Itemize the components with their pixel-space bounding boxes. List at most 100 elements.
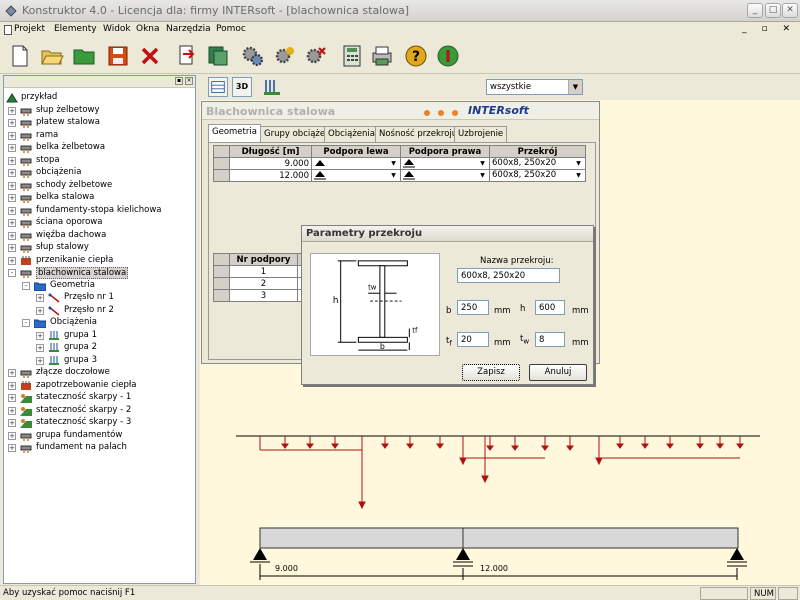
chevron-down-icon[interactable]: ▼ xyxy=(389,170,398,181)
expand-icon[interactable]: + xyxy=(8,194,16,202)
mdi-controls[interactable]: _ ▫ ✕ xyxy=(742,24,796,34)
close-button[interactable]: ✕ xyxy=(782,3,798,18)
section-cell[interactable]: 600x8, 250x20 ▼ xyxy=(489,157,586,170)
left-support-cell[interactable]: ▼ xyxy=(311,169,401,182)
expand-icon[interactable]: + xyxy=(36,356,44,365)
table-view-icon[interactable] xyxy=(208,77,228,97)
project-icon xyxy=(6,93,18,103)
minimize-button[interactable]: _ xyxy=(747,3,763,18)
table-row[interactable]: 2 xyxy=(213,277,308,290)
menu-narzedzia[interactable]: Narzędzia xyxy=(166,24,211,34)
expand-icon[interactable]: + xyxy=(8,131,16,140)
collapse-icon[interactable]: - xyxy=(22,319,30,327)
expand-icon[interactable]: + xyxy=(8,444,16,452)
delete-icon[interactable] xyxy=(138,44,162,68)
tw-input[interactable]: 8 xyxy=(535,332,565,347)
load-filter-select[interactable]: wszystkie ▼ xyxy=(486,79,583,95)
expand-icon[interactable]: + xyxy=(8,169,16,177)
section-name-label: Nazwa przekroju: xyxy=(480,256,554,266)
info-icon[interactable] xyxy=(436,44,460,68)
expand-icon[interactable]: + xyxy=(8,181,16,190)
module-icon[interactable] xyxy=(206,44,230,68)
expand-icon[interactable]: + xyxy=(8,244,16,252)
collapse-icon[interactable]: - xyxy=(22,281,30,290)
tf-input[interactable]: 20 xyxy=(457,332,489,347)
export-icon[interactable] xyxy=(174,44,198,68)
load-filter-value: wszystkie xyxy=(490,82,532,92)
folder-icon[interactable] xyxy=(72,44,96,68)
b-input[interactable]: 250 xyxy=(457,300,489,315)
menu-widok[interactable]: Widok xyxy=(103,24,131,34)
chevron-down-icon[interactable]: ▼ xyxy=(574,170,583,181)
table-row[interactable]: 3 xyxy=(213,289,308,302)
settings-gear-icon[interactable] xyxy=(240,44,264,68)
pile-foundation-icon xyxy=(20,445,32,453)
collapse-icon[interactable]: - xyxy=(8,269,16,277)
tab-obciazenia[interactable]: Obciążenia xyxy=(324,126,379,142)
document-menu-icon[interactable] xyxy=(4,25,12,35)
help-icon[interactable]: ? xyxy=(404,44,428,68)
expand-icon[interactable]: + xyxy=(8,156,16,165)
panel-pin-button[interactable]: ▪ xyxy=(175,77,183,85)
column-icon xyxy=(20,108,32,116)
tab-uzbrojenie[interactable]: Uzbrojenie xyxy=(454,126,508,142)
gear-remove-icon[interactable] xyxy=(304,44,328,68)
chevron-down-icon[interactable]: ▼ xyxy=(478,170,487,181)
expand-icon[interactable]: + xyxy=(36,331,44,340)
left-support-cell[interactable]: ▼ xyxy=(311,157,401,170)
view-3d-button[interactable]: 3D xyxy=(232,77,252,97)
load-group-icon xyxy=(49,330,59,340)
gear-add-icon[interactable] xyxy=(272,44,296,68)
roof-truss-icon xyxy=(20,233,32,241)
expand-icon[interactable]: + xyxy=(8,256,16,265)
expand-icon[interactable]: + xyxy=(8,106,16,115)
save-button[interactable]: Zapisz xyxy=(462,364,520,381)
expand-icon[interactable]: + xyxy=(8,119,16,127)
expand-icon[interactable]: + xyxy=(8,219,16,227)
chevron-down-icon[interactable]: ▼ xyxy=(568,80,582,94)
expand-icon[interactable]: + xyxy=(36,306,44,315)
right-support-cell[interactable]: ▼ xyxy=(400,169,490,182)
table-row[interactable]: 1 xyxy=(213,265,308,278)
table-row[interactable]: 9.000 ▼ ▼ 600x8, 250x20 ▼ xyxy=(213,157,586,170)
expand-icon[interactable]: + xyxy=(8,144,16,152)
expand-icon[interactable]: + xyxy=(36,294,44,302)
tab-geometria[interactable]: Geometria xyxy=(208,124,261,142)
save-icon[interactable] xyxy=(106,44,130,68)
expand-icon[interactable]: + xyxy=(8,431,16,440)
calculator-icon[interactable] xyxy=(340,44,364,68)
print-icon[interactable] xyxy=(370,44,394,68)
panel-close-button[interactable]: × xyxy=(185,77,193,85)
chevron-down-icon[interactable]: ▼ xyxy=(574,158,583,169)
expand-icon[interactable]: + xyxy=(8,419,16,427)
menu-okna[interactable]: Okna xyxy=(136,24,160,34)
section-cell[interactable]: 600x8, 250x20 ▼ xyxy=(489,169,586,182)
expand-icon[interactable]: + xyxy=(8,206,16,215)
menu-projekt[interactable]: Projekt xyxy=(14,24,45,34)
expand-icon[interactable]: + xyxy=(8,406,16,415)
support-no-cell: 1 xyxy=(229,265,298,278)
chevron-down-icon[interactable]: ▼ xyxy=(478,158,487,169)
tab-nosnosc-przekroju[interactable]: Nośność przekroju xyxy=(375,126,462,142)
h-input[interactable]: 600 xyxy=(535,300,565,315)
section-name-input[interactable]: 600x8, 250x20 xyxy=(457,268,560,283)
loads-view-icon[interactable] xyxy=(262,77,282,97)
new-icon[interactable] xyxy=(8,44,32,68)
menu-pomoc[interactable]: Pomoc xyxy=(216,24,246,34)
open-icon[interactable] xyxy=(40,44,64,68)
expand-icon[interactable]: + xyxy=(8,394,16,402)
expand-icon[interactable]: + xyxy=(8,231,16,240)
expand-icon[interactable]: + xyxy=(36,344,44,352)
chevron-down-icon[interactable]: ▼ xyxy=(389,158,398,169)
length-cell[interactable]: 9.000 xyxy=(229,157,312,170)
roller-support-icon xyxy=(403,159,415,168)
cancel-button[interactable]: Anuluj xyxy=(529,364,587,381)
right-support-cell[interactable]: ▼ xyxy=(400,157,490,170)
maximize-button[interactable]: □ xyxy=(765,3,781,18)
expand-icon[interactable]: + xyxy=(8,369,16,377)
table-row[interactable]: 12.000 ▼ ▼ 600x8, 250x20 ▼ xyxy=(213,169,586,182)
support-table: Nr podpory 1 2 3 xyxy=(213,253,308,302)
menu-elementy[interactable]: Elementy xyxy=(54,24,97,34)
expand-icon[interactable]: + xyxy=(8,381,16,390)
length-cell[interactable]: 12.000 xyxy=(229,169,312,182)
